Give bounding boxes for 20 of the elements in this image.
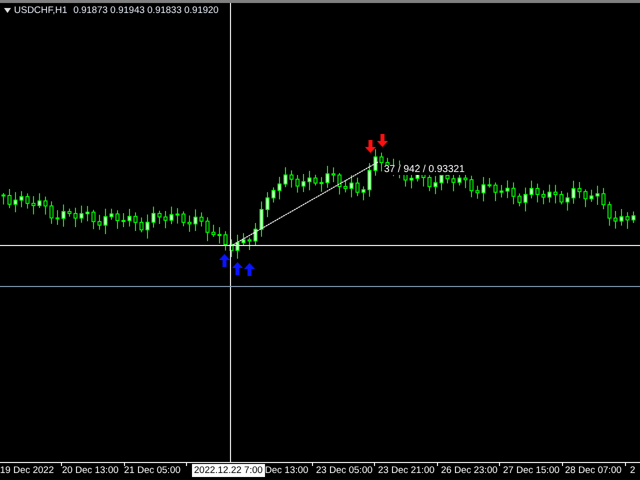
up-arrow-icon [219,254,230,267]
time-axis-label: 23 Dec 21:00 [378,465,435,477]
time-axis-label: Dec 13:00 [265,465,308,477]
dropdown-triangle-icon[interactable] [4,8,11,14]
crosshair-time-label: 2022.12.22 7:00 [192,464,265,477]
chart-symbol: USDCHF,H1 [14,6,68,16]
measure-label: 37 / 942 / 0.93321 [383,165,466,175]
down-arrow-icon [377,134,388,147]
ohlc-prices: 0.91873 0.91943 0.91833 0.91920 [73,6,219,16]
time-axis-label: 26 Dec 23:00 [441,465,498,477]
up-arrow-icon [232,262,243,275]
time-axis-label: 20 Dec 13:00 [62,465,119,477]
time-axis-label: 28 Dec 07:00 [565,465,622,477]
up-arrow-icon [244,263,255,276]
time-axis-label: 19 Dec 2022 [0,465,54,477]
time-axis-label: 23 Dec 05:00 [316,465,373,477]
time-axis-label: 2 [630,465,636,477]
down-arrow-icon [365,140,376,153]
time-axis-label: 27 Dec 15:00 [503,465,560,477]
time-axis-label: 21 Dec 05:00 [124,465,181,477]
